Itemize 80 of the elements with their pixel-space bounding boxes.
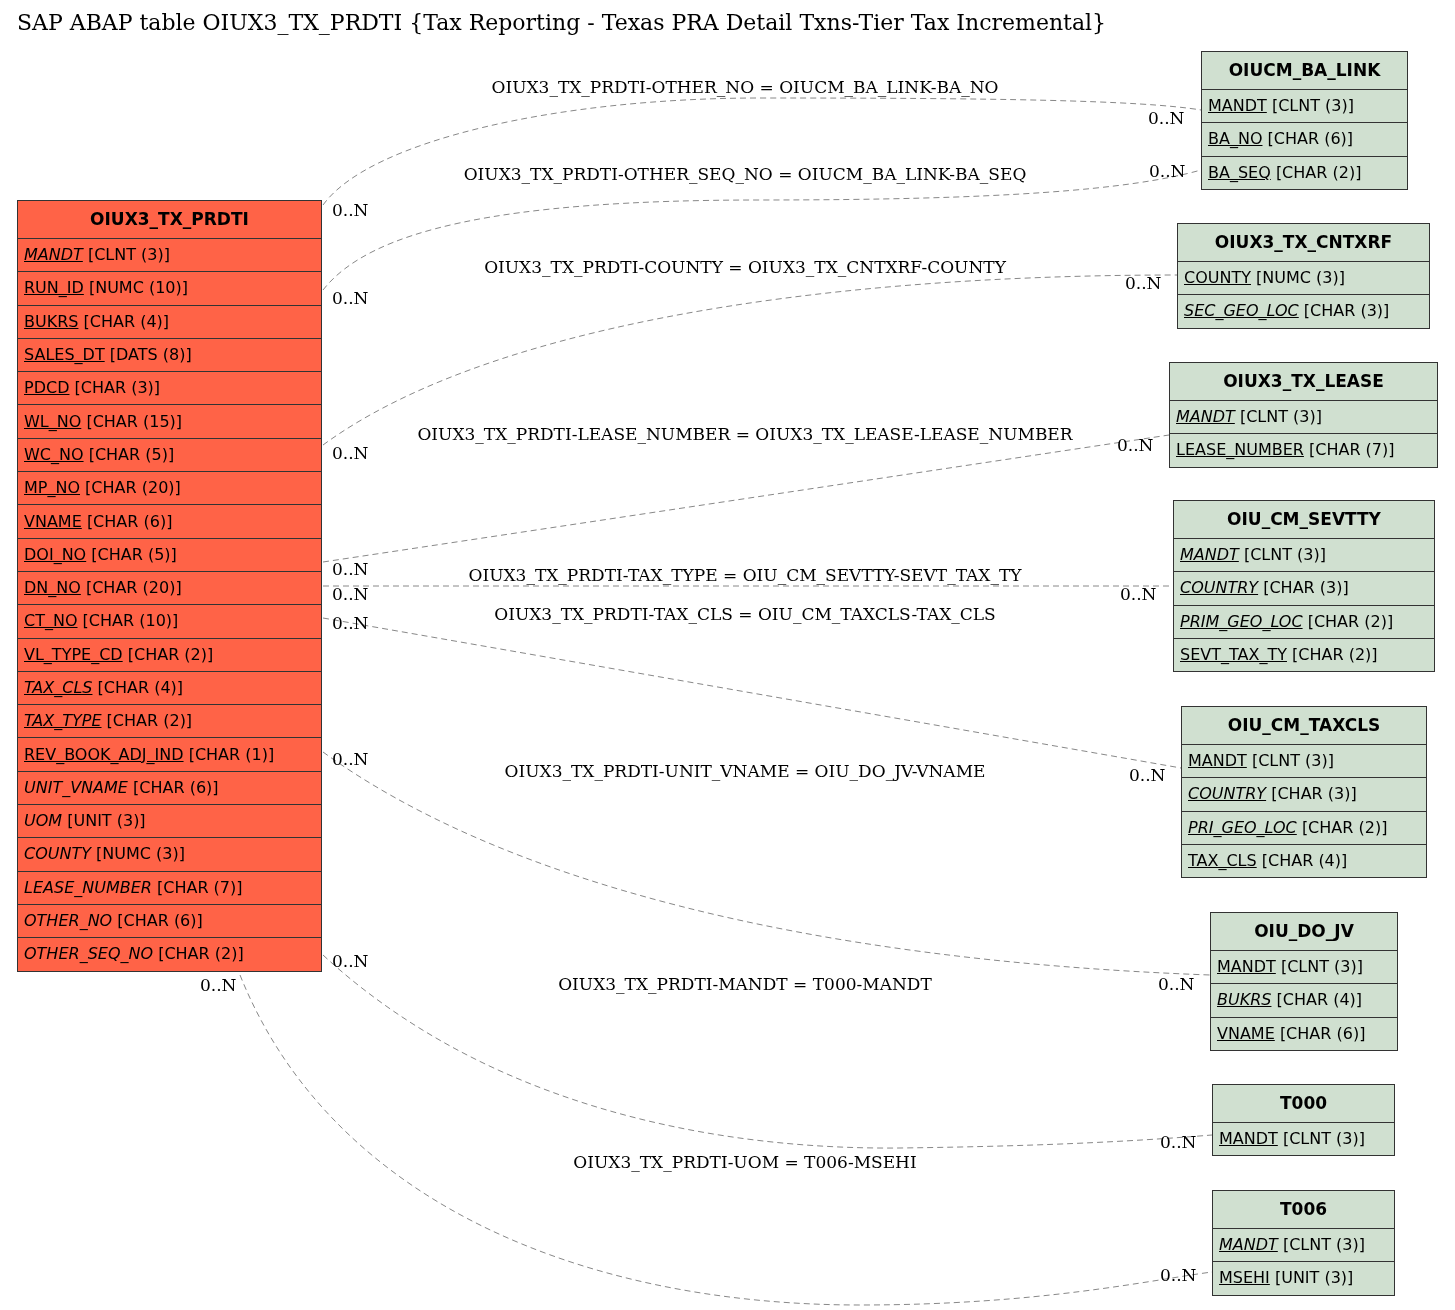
field-row: MANDT [CLNT (3)] — [1211, 950, 1397, 984]
relation-label: OIUX3_TX_PRDTI-TAX_TYPE = OIU_CM_SEVTTY-SEVT_TAX_TY — [468, 564, 1022, 586]
field-row: MP_NO [CHAR (20)] — [18, 471, 321, 505]
relation-label: OIUX3_TX_PRDTI-OTHER_SEQ_NO = OIUCM_BA_LINK-BA_SEQ — [463, 163, 1027, 185]
relation-label: OIUX3_TX_PRDTI-UNIT_VNAME = OIU_DO_JV-VNAME — [504, 760, 986, 782]
field-row: MANDT [CLNT (3)] — [1213, 1228, 1394, 1262]
cardinality-label: 0..N — [332, 584, 369, 604]
cardinality-label: 0..N — [332, 613, 369, 633]
table-header: T000 — [1278, 1091, 1329, 1115]
field-row: WC_NO [CHAR (5)] — [18, 437, 321, 472]
table-header: OIU_CM_SEVTTY — [1226, 507, 1382, 531]
field-row: PRIM_GEO_LOC [CHAR (2)] — [1174, 604, 1434, 638]
cardinality-label: 0..N — [1158, 974, 1195, 994]
field-row: UOM [UNIT (3)] — [18, 804, 321, 838]
field-row: MANDT [CLNT (3)] — [18, 238, 321, 272]
field-row: RUN_ID [NUMC (10)] — [18, 271, 321, 305]
field-row: PRI_GEO_LOC [CHAR (2)] — [1182, 810, 1426, 844]
field-row: TAX_CLS [CHAR (4)] — [1182, 843, 1426, 878]
cardinality-label: 0..N — [1160, 1132, 1197, 1152]
table-header: OIUCM_BA_LINK — [1227, 58, 1382, 82]
cardinality-label: 0..N — [332, 288, 369, 308]
cardinality-label: 0..N — [332, 951, 369, 971]
field-row: WL_NO [CHAR (15)] — [18, 404, 321, 438]
field-row: COUNTY [NUMC (3)] — [18, 837, 321, 871]
field-row: BA_NO [CHAR (6)] — [1202, 122, 1407, 156]
table-header: T006 — [1278, 1197, 1329, 1221]
field-row: OTHER_NO [CHAR (6)] — [18, 903, 321, 938]
cardinality-label: 0..N — [332, 559, 369, 579]
field-row: COUNTRY [CHAR (3)] — [1182, 777, 1426, 811]
field-row: DN_NO [CHAR (20)] — [18, 570, 321, 605]
field-row: SEC_GEO_LOC [CHAR (3)] — [1178, 294, 1429, 328]
cardinality-label: 0..N — [1129, 765, 1166, 785]
relation-label: OIUX3_TX_PRDTI-UOM = T006-MSEHI — [573, 1151, 917, 1173]
field-row: BUKRS [CHAR (4)] — [18, 304, 321, 338]
cardinality-label: 0..N — [332, 443, 369, 463]
field-row: VNAME [CHAR (6)] — [18, 504, 321, 538]
field-row: LEASE_NUMBER [CHAR (7)] — [18, 870, 321, 904]
field-row: BUKRS [CHAR (4)] — [1211, 983, 1397, 1017]
relation-label: OIUX3_TX_PRDTI-LEASE_NUMBER = OIUX3_TX_LEASE-LEASE_NUMBER — [417, 423, 1073, 445]
field-row: MANDT [CLNT (3)] — [1170, 400, 1437, 434]
cardinality-label: 0..N — [1149, 161, 1186, 181]
field-row: SALES_DT [DATS (8)] — [18, 337, 321, 372]
cardinality-label: 0..N — [1120, 584, 1157, 604]
field-row: DOI_NO [CHAR (5)] — [18, 537, 321, 571]
field-row: CT_NO [CHAR (10)] — [18, 604, 321, 638]
relation-label: OIUX3_TX_PRDTI-OTHER_NO = OIUCM_BA_LINK-BA_NO — [491, 76, 999, 98]
field-row: TAX_CLS [CHAR (4)] — [18, 670, 321, 705]
cardinality-label: 0..N — [200, 975, 237, 995]
field-row: TAX_TYPE [CHAR (2)] — [18, 704, 321, 738]
diagram-title: SAP ABAP table OIUX3_TX_PRDTI {Tax Reporting - Texas PRA Detail Txns-Tier Tax Incremental} — [17, 9, 1107, 37]
table-header: OIUX3_TX_PRDTI — [89, 207, 250, 231]
field-row: BA_SEQ [CHAR (2)] — [1202, 155, 1407, 189]
table-header: OIUX3_TX_CNTXRF — [1213, 230, 1394, 254]
relation-label: OIUX3_TX_PRDTI-COUNTY = OIUX3_TX_CNTXRF-COUNTY — [484, 256, 1006, 278]
cardinality-label: 0..N — [332, 200, 369, 220]
field-row: COUNTRY [CHAR (3)] — [1174, 571, 1434, 605]
table-header: OIU_DO_JV — [1253, 919, 1355, 943]
field-row: UNIT_VNAME [CHAR (6)] — [18, 770, 321, 805]
field-row: MANDT [CLNT (3)] — [1213, 1122, 1394, 1156]
field-row: COUNTY [NUMC (3)] — [1178, 261, 1429, 295]
field-row: OTHER_SEQ_NO [CHAR (2)] — [18, 937, 321, 971]
field-row: VL_TYPE_CD [CHAR (2)] — [18, 637, 321, 671]
relation-label: OIUX3_TX_PRDTI-TAX_CLS = OIU_CM_TAXCLS-TAX_CLS — [494, 603, 996, 625]
cardinality-label: 0..N — [1148, 108, 1185, 128]
cardinality-label: 0..N — [1125, 273, 1162, 293]
table-header: OIUX3_TX_LEASE — [1222, 369, 1385, 393]
cardinality-label: 0..N — [1160, 1265, 1197, 1285]
field-row: MANDT [CLNT (3)] — [1202, 89, 1407, 123]
field-row: MANDT [CLNT (3)] — [1174, 538, 1434, 572]
field-row: MSEHI [UNIT (3)] — [1213, 1261, 1394, 1295]
table-header: OIU_CM_TAXCLS — [1226, 713, 1382, 737]
field-row: VNAME [CHAR (6)] — [1211, 1016, 1397, 1050]
field-row: PDCD [CHAR (3)] — [18, 371, 321, 405]
cardinality-label: 0..N — [332, 749, 369, 769]
field-row: LEASE_NUMBER [CHAR (7)] — [1170, 433, 1437, 467]
field-row: MANDT [CLNT (3)] — [1182, 744, 1426, 778]
field-row: REV_BOOK_ADJ_IND [CHAR (1)] — [18, 737, 321, 771]
field-row: SEVT_TAX_TY [CHAR (2)] — [1174, 637, 1434, 672]
relation-label: OIUX3_TX_PRDTI-MANDT = T000-MANDT — [558, 973, 932, 995]
cardinality-label: 0..N — [1117, 435, 1154, 455]
